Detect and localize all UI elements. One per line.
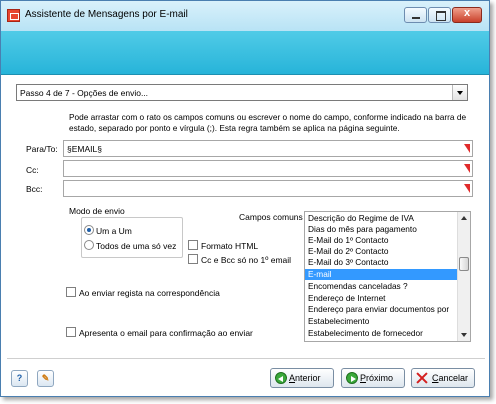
cc-bcc-first-only-label[interactable]: Cc e Bcc só no 1º email — [201, 255, 291, 265]
envelope-app-icon — [7, 9, 20, 22]
required-marker-icon — [464, 164, 470, 173]
to-field-value: §EMAIL§ — [67, 144, 102, 154]
scroll-down-icon[interactable] — [458, 329, 470, 341]
required-marker-icon — [464, 184, 470, 193]
window-title: Assistente de Mensagens por E-mail — [25, 9, 188, 20]
required-marker-icon — [464, 144, 470, 153]
close-icon: x — [463, 7, 471, 19]
list-item[interactable]: Dias do mês para pagamento — [305, 224, 458, 235]
list-item[interactable]: Estabelecimento — [305, 316, 458, 327]
to-field[interactable]: §EMAIL§ — [63, 140, 473, 157]
cc-label: Cc: — [26, 165, 39, 175]
step-dropdown[interactable]: Passo 4 de 7 - Opções de envio... — [16, 84, 468, 101]
arrow-right-icon — [346, 372, 358, 384]
list-item[interactable]: Endereço para enviar documentos por — [305, 304, 458, 315]
bcc-field[interactable] — [63, 180, 473, 197]
help-button[interactable]: ? — [11, 370, 28, 387]
common-fields-label: Campos comuns — [239, 212, 303, 222]
close-button[interactable]: x — [452, 7, 482, 23]
show-before-send-label[interactable]: Apresenta o email para confirmação ao en… — [79, 328, 253, 338]
radio-all-at-once-label[interactable]: Todos de uma só vez — [96, 241, 176, 251]
register-correspondence-checkbox[interactable] — [66, 287, 76, 297]
scroll-up-icon[interactable] — [458, 212, 470, 224]
list-item[interactable]: E-Mail do 3º Contacto — [305, 257, 458, 268]
cancel-x-icon — [416, 372, 428, 384]
help-icon: ? — [16, 373, 23, 383]
chevron-down-icon[interactable] — [452, 85, 467, 100]
minimize-button[interactable] — [404, 7, 427, 23]
header-banner — [1, 31, 489, 75]
cancel-button[interactable]: Cancelar — [411, 368, 475, 388]
radio-one-to-one-label[interactable]: Um a Um — [96, 226, 132, 236]
list-item[interactable]: Descrição do Regime de IVA — [305, 213, 458, 224]
send-mode-label: Modo de envio — [69, 206, 125, 216]
send-mode-group — [81, 217, 183, 258]
bcc-label: Bcc: — [26, 184, 43, 194]
show-before-send-checkbox[interactable] — [66, 327, 76, 337]
arrow-left-icon — [275, 372, 287, 384]
next-label: róximo — [366, 373, 394, 383]
register-correspondence-label[interactable]: Ao enviar regista na correspondência — [79, 288, 220, 298]
next-button[interactable]: Próximo — [341, 368, 405, 388]
cancel-label: ancelar — [438, 373, 469, 383]
list-item-selected[interactable]: E-mail — [305, 269, 458, 280]
previous-button[interactable]: Anterior — [270, 368, 334, 388]
scroll-thumb[interactable] — [459, 257, 469, 271]
previous-label: nterior — [295, 373, 321, 383]
to-label: Para/To: — [26, 144, 58, 154]
list-item[interactable]: E-Mail do 2º Contacto — [305, 246, 458, 257]
list-item[interactable]: E-Mail do 1º Contacto — [305, 235, 458, 246]
radio-one-to-one[interactable] — [84, 225, 94, 235]
tool-icon: ✎ — [41, 373, 50, 383]
title-bar: Assistente de Mensagens por E-mail x — [1, 1, 489, 31]
tools-button[interactable]: ✎ — [37, 370, 54, 387]
common-fields-list[interactable]: Descrição do Regime de IVA Dias do mês p… — [304, 211, 471, 342]
list-item[interactable]: Endereço de Internet — [305, 293, 458, 304]
cc-field[interactable] — [63, 160, 473, 177]
radio-all-at-once[interactable] — [84, 240, 94, 250]
list-item[interactable]: Estabelecimento de fornecedor — [305, 328, 458, 339]
step-dropdown-value: Passo 4 de 7 - Opções de envio... — [20, 88, 149, 98]
maximize-button[interactable] — [428, 7, 451, 23]
wizard-window: Assistente de Mensagens por E-mail x Pas… — [0, 0, 490, 397]
instructions-text: Pode arrastar com o rato os campos comun… — [69, 112, 467, 133]
list-scrollbar[interactable] — [457, 212, 470, 341]
footer-divider — [7, 358, 485, 359]
list-item[interactable]: Encomendas canceladas ? — [305, 281, 458, 292]
html-format-label[interactable]: Formato HTML — [201, 241, 258, 251]
html-format-checkbox[interactable] — [188, 240, 198, 250]
cc-bcc-first-only-checkbox[interactable] — [188, 254, 198, 264]
